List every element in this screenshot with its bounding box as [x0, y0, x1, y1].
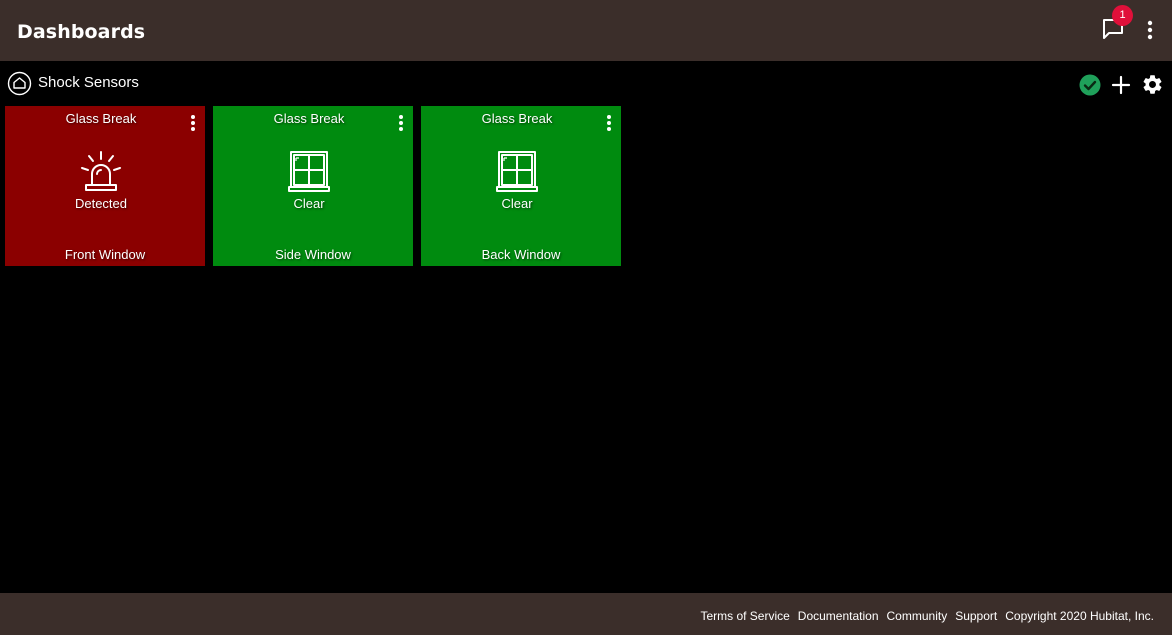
- tile-label: Side Window: [275, 247, 351, 262]
- main-menu-button[interactable]: [1141, 19, 1159, 41]
- home-icon: [7, 71, 32, 96]
- check-circle-icon: [1079, 74, 1101, 96]
- tile-state: Detected: [74, 196, 128, 211]
- settings-button[interactable]: [1141, 73, 1164, 96]
- device-tile-side-window[interactable]: Glass Break Clear Side Window: [213, 106, 413, 266]
- dashboard-toolbar: Shock Sensors: [0, 61, 1172, 105]
- home-button[interactable]: [7, 71, 32, 96]
- tile-label: Front Window: [64, 247, 146, 262]
- window-icon: [288, 151, 330, 192]
- footer-link-documentation[interactable]: Documentation: [798, 609, 879, 623]
- window-icon: [496, 151, 538, 192]
- dashboard-name: Shock Sensors: [38, 74, 139, 91]
- footer-link-terms[interactable]: Terms of Service: [700, 609, 789, 623]
- tile-menu-button[interactable]: [604, 114, 614, 132]
- tile-title: Glass Break: [481, 111, 553, 126]
- kebab-menu-icon: [607, 115, 611, 131]
- tile-state: Clear: [501, 196, 533, 211]
- footer-link-community[interactable]: Community: [887, 609, 948, 623]
- tile-menu-button[interactable]: [396, 114, 406, 132]
- footer-links: Terms of Service Documentation Community…: [700, 609, 1154, 623]
- tile-state: Clear: [293, 196, 325, 211]
- kebab-menu-icon: [1147, 20, 1153, 40]
- app-title: Dashboards: [17, 21, 146, 43]
- footer: Terms of Service Documentation Community…: [0, 593, 1172, 635]
- device-tile-back-window[interactable]: Glass Break Clear Back Window: [421, 106, 621, 266]
- tile-label: Back Window: [481, 247, 561, 262]
- connection-status-button[interactable]: [1079, 74, 1101, 96]
- kebab-menu-icon: [191, 115, 195, 131]
- tile-menu-button[interactable]: [188, 114, 198, 132]
- device-tile-front-window[interactable]: Glass Break Detected Front Window: [5, 106, 205, 266]
- gear-icon: [1143, 75, 1162, 94]
- kebab-menu-icon: [399, 115, 403, 131]
- tile-title: Glass Break: [273, 111, 345, 126]
- add-tile-button[interactable]: [1110, 74, 1132, 96]
- tile-title: Glass Break: [65, 111, 137, 126]
- footer-link-support[interactable]: Support: [955, 609, 997, 623]
- siren-icon: [81, 151, 121, 191]
- top-app-bar: Dashboards 1: [0, 0, 1172, 61]
- plus-icon: [1111, 75, 1131, 95]
- notification-badge[interactable]: 1: [1112, 5, 1133, 26]
- footer-copyright: Copyright 2020 Hubitat, Inc.: [1005, 609, 1154, 623]
